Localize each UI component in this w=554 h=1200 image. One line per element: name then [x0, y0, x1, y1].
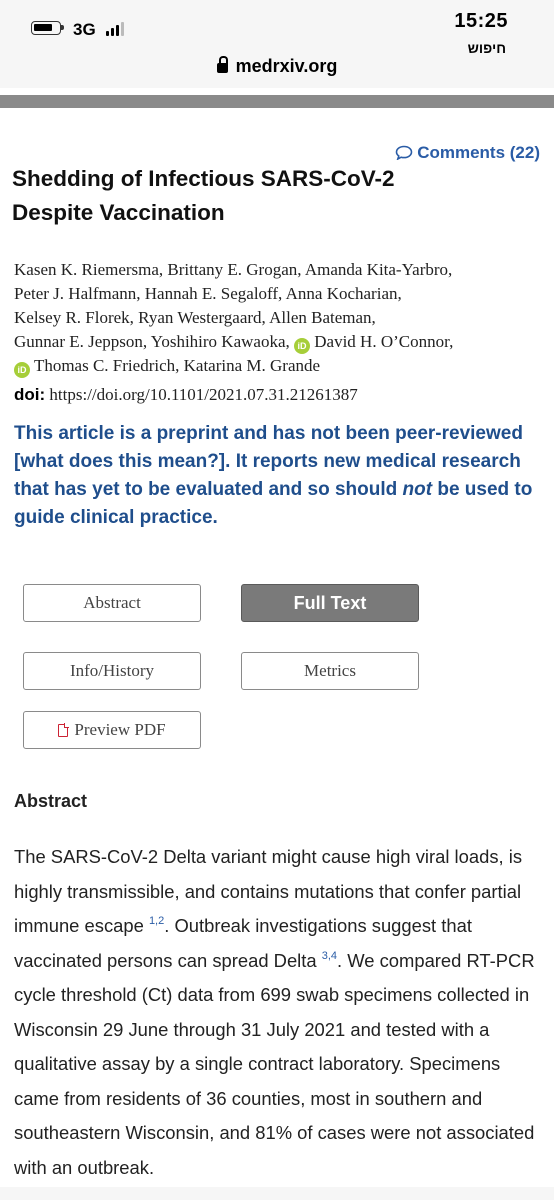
status-bar: 3G 15:25 — [0, 0, 554, 44]
abstract-heading: Abstract — [14, 791, 88, 811]
abstract-tab[interactable]: Abstract — [23, 584, 201, 622]
comment-icon — [395, 145, 413, 161]
info-history-tab[interactable]: Info/History — [23, 652, 201, 690]
url-text: medrxiv.org — [235, 56, 338, 76]
comments-link[interactable]: Comments (22) — [395, 143, 540, 163]
bottom-bar — [0, 1187, 554, 1200]
orcid-icon[interactable]: iD — [294, 338, 311, 354]
lock-icon — [216, 56, 228, 73]
reference-link[interactable]: 3,4 — [322, 950, 337, 962]
author-name[interactable]: David H. O’Connor, — [314, 332, 453, 351]
clock: 15:25 — [454, 10, 508, 32]
author-names[interactable]: Gunnar E. Jeppson, Yoshihiro Kawaoka, — [14, 332, 290, 351]
comments-label: Comments (22) — [417, 143, 540, 162]
url-display[interactable]: medrxiv.org — [0, 56, 554, 77]
article-title: Shedding of Infectious SARS-CoV-2 Despit… — [12, 166, 395, 225]
author-names[interactable]: Thomas C. Friedrich, Katarina M. Grande — [34, 356, 320, 375]
signal-icon — [106, 22, 128, 36]
author-line: Peter J. Halfmann, Hannah E. Segaloff, A… — [14, 284, 402, 303]
abstract-text: The SARS-CoV-2 Delta variant might cause… — [14, 840, 542, 1185]
author-list: Kasen K. Riemersma, Brittany E. Grogan, … — [14, 258, 544, 378]
author-line: Gunnar E. Jeppson, Yoshihiro Kawaoka, iD… — [14, 330, 544, 354]
preview-pdf-button[interactable]: Preview PDF — [23, 711, 201, 749]
header-divider — [0, 95, 554, 108]
orcid-icon[interactable]: iD — [14, 362, 30, 378]
battery-icon — [31, 21, 64, 35]
preview-pdf-label: Preview PDF — [74, 720, 166, 739]
abstract-sentence: . We compared RT-PCR cycle threshold (Ct… — [14, 949, 535, 1178]
search-button[interactable]: חיפוש — [468, 40, 506, 56]
full-text-tab[interactable]: Full Text — [241, 584, 419, 622]
author-line: iD Thomas C. Friedrich, Katarina M. Gran… — [14, 354, 544, 378]
doi-link[interactable]: https://doi.org/10.1101/2021.07.31.21261… — [49, 385, 357, 404]
doi-label: doi: — [14, 385, 46, 404]
doi-line: doi: https://doi.org/10.1101/2021.07.31.… — [14, 385, 358, 405]
author-line: Kasen K. Riemersma, Brittany E. Grogan, … — [14, 260, 453, 279]
reference-link[interactable]: 1,2 — [149, 915, 164, 927]
notice-emphasis: not — [402, 479, 433, 500]
preprint-notice: This article is a preprint and has not b… — [14, 420, 544, 532]
author-line: Kelsey R. Florek, Ryan Westergaard, Alle… — [14, 308, 376, 327]
network-type: 3G — [73, 20, 96, 39]
metrics-tab[interactable]: Metrics — [241, 652, 419, 690]
pdf-icon — [58, 723, 69, 737]
